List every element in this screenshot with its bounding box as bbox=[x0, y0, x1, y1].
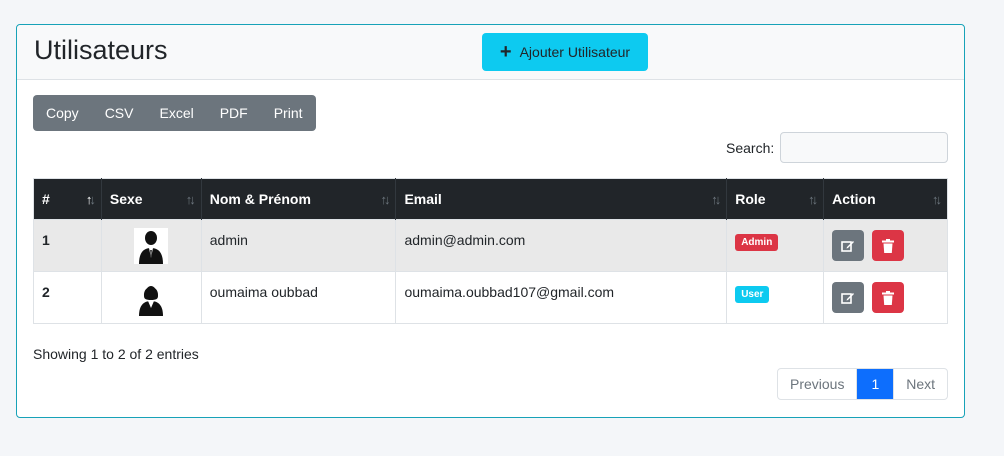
search-input[interactable] bbox=[780, 132, 948, 163]
delete-button[interactable] bbox=[872, 230, 904, 261]
page-title: Utilisateurs bbox=[34, 35, 168, 65]
next-page-button[interactable]: Next bbox=[893, 369, 947, 399]
sort-icon: ↑↓ bbox=[85, 192, 96, 207]
name-cell: admin bbox=[201, 219, 397, 272]
edit-button[interactable] bbox=[832, 230, 865, 261]
row-number: 1 bbox=[33, 219, 102, 272]
gender-cell bbox=[101, 271, 202, 324]
column-header-name[interactable]: Nom & Prénom ↑↓ bbox=[201, 178, 397, 220]
sort-icon: ↑↓ bbox=[932, 192, 942, 207]
export-buttons: Copy CSV Excel PDF Print bbox=[33, 95, 316, 131]
column-header-sexe[interactable]: Sexe ↑↓ bbox=[101, 178, 202, 220]
action-cell bbox=[823, 219, 948, 272]
table-info: Showing 1 to 2 of 2 entries bbox=[33, 346, 199, 362]
female-avatar-icon bbox=[134, 280, 169, 316]
card-header: Utilisateurs + Ajouter Utilisateur bbox=[17, 25, 964, 80]
plus-icon: + bbox=[499, 41, 512, 63]
edit-icon bbox=[841, 240, 855, 252]
email-cell: oumaima.oubbad107@gmail.com bbox=[395, 271, 728, 324]
sort-icon: ↑↓ bbox=[711, 192, 721, 207]
action-cell bbox=[823, 271, 948, 324]
edit-button[interactable] bbox=[832, 282, 865, 313]
sort-icon: ↑↓ bbox=[380, 192, 390, 207]
row-number: 2 bbox=[33, 271, 102, 324]
role-cell: User bbox=[726, 271, 825, 324]
sort-icon: ↑↓ bbox=[808, 192, 818, 207]
table-row: 1 admin admin@admin.com Admin bbox=[33, 219, 948, 272]
gender-cell bbox=[101, 219, 202, 272]
search-label: Search: bbox=[726, 140, 775, 156]
add-user-label: Ajouter Utilisateur bbox=[519, 44, 631, 60]
male-avatar-icon bbox=[134, 228, 169, 264]
sort-icon: ↑↓ bbox=[185, 192, 196, 207]
users-table: # ↑↓ Sexe ↑↓ Nom & Prénom ↑↓ Email ↑↓ Role ↑↓… bbox=[33, 178, 948, 324]
print-button[interactable]: Print bbox=[261, 95, 316, 131]
add-user-button[interactable]: + Ajouter Utilisateur bbox=[482, 33, 648, 71]
delete-button[interactable] bbox=[872, 282, 904, 313]
column-header-role[interactable]: Role ↑↓ bbox=[726, 178, 825, 220]
pdf-button[interactable]: PDF bbox=[207, 95, 261, 131]
email-cell: admin@admin.com bbox=[395, 219, 728, 272]
csv-button[interactable]: CSV bbox=[92, 95, 147, 131]
role-badge: Admin bbox=[735, 234, 779, 251]
previous-page-button[interactable]: Previous bbox=[778, 369, 858, 399]
excel-button[interactable]: Excel bbox=[146, 95, 206, 131]
column-header-number[interactable]: # ↑↓ bbox=[33, 178, 102, 220]
copy-button[interactable]: Copy bbox=[33, 95, 92, 131]
edit-icon bbox=[841, 292, 855, 304]
column-header-action[interactable]: Action ↑↓ bbox=[823, 178, 948, 220]
table-header-row: # ↑↓ Sexe ↑↓ Nom & Prénom ↑↓ Email ↑↓ Role ↑↓… bbox=[33, 178, 948, 220]
table-row: 2 oumaima oubbad oumaima.oubbad107@gmail… bbox=[33, 271, 948, 324]
trash-icon bbox=[882, 238, 894, 253]
role-cell: Admin bbox=[726, 219, 825, 272]
trash-icon bbox=[882, 290, 894, 305]
pagination: Previous 1 Next bbox=[777, 368, 949, 400]
page-1-button[interactable]: 1 bbox=[857, 369, 894, 399]
name-cell: oumaima oubbad bbox=[201, 271, 397, 324]
role-badge: User bbox=[735, 286, 770, 303]
users-card: Utilisateurs + Ajouter Utilisateur Copy … bbox=[16, 24, 965, 418]
column-header-email[interactable]: Email ↑↓ bbox=[395, 178, 728, 220]
